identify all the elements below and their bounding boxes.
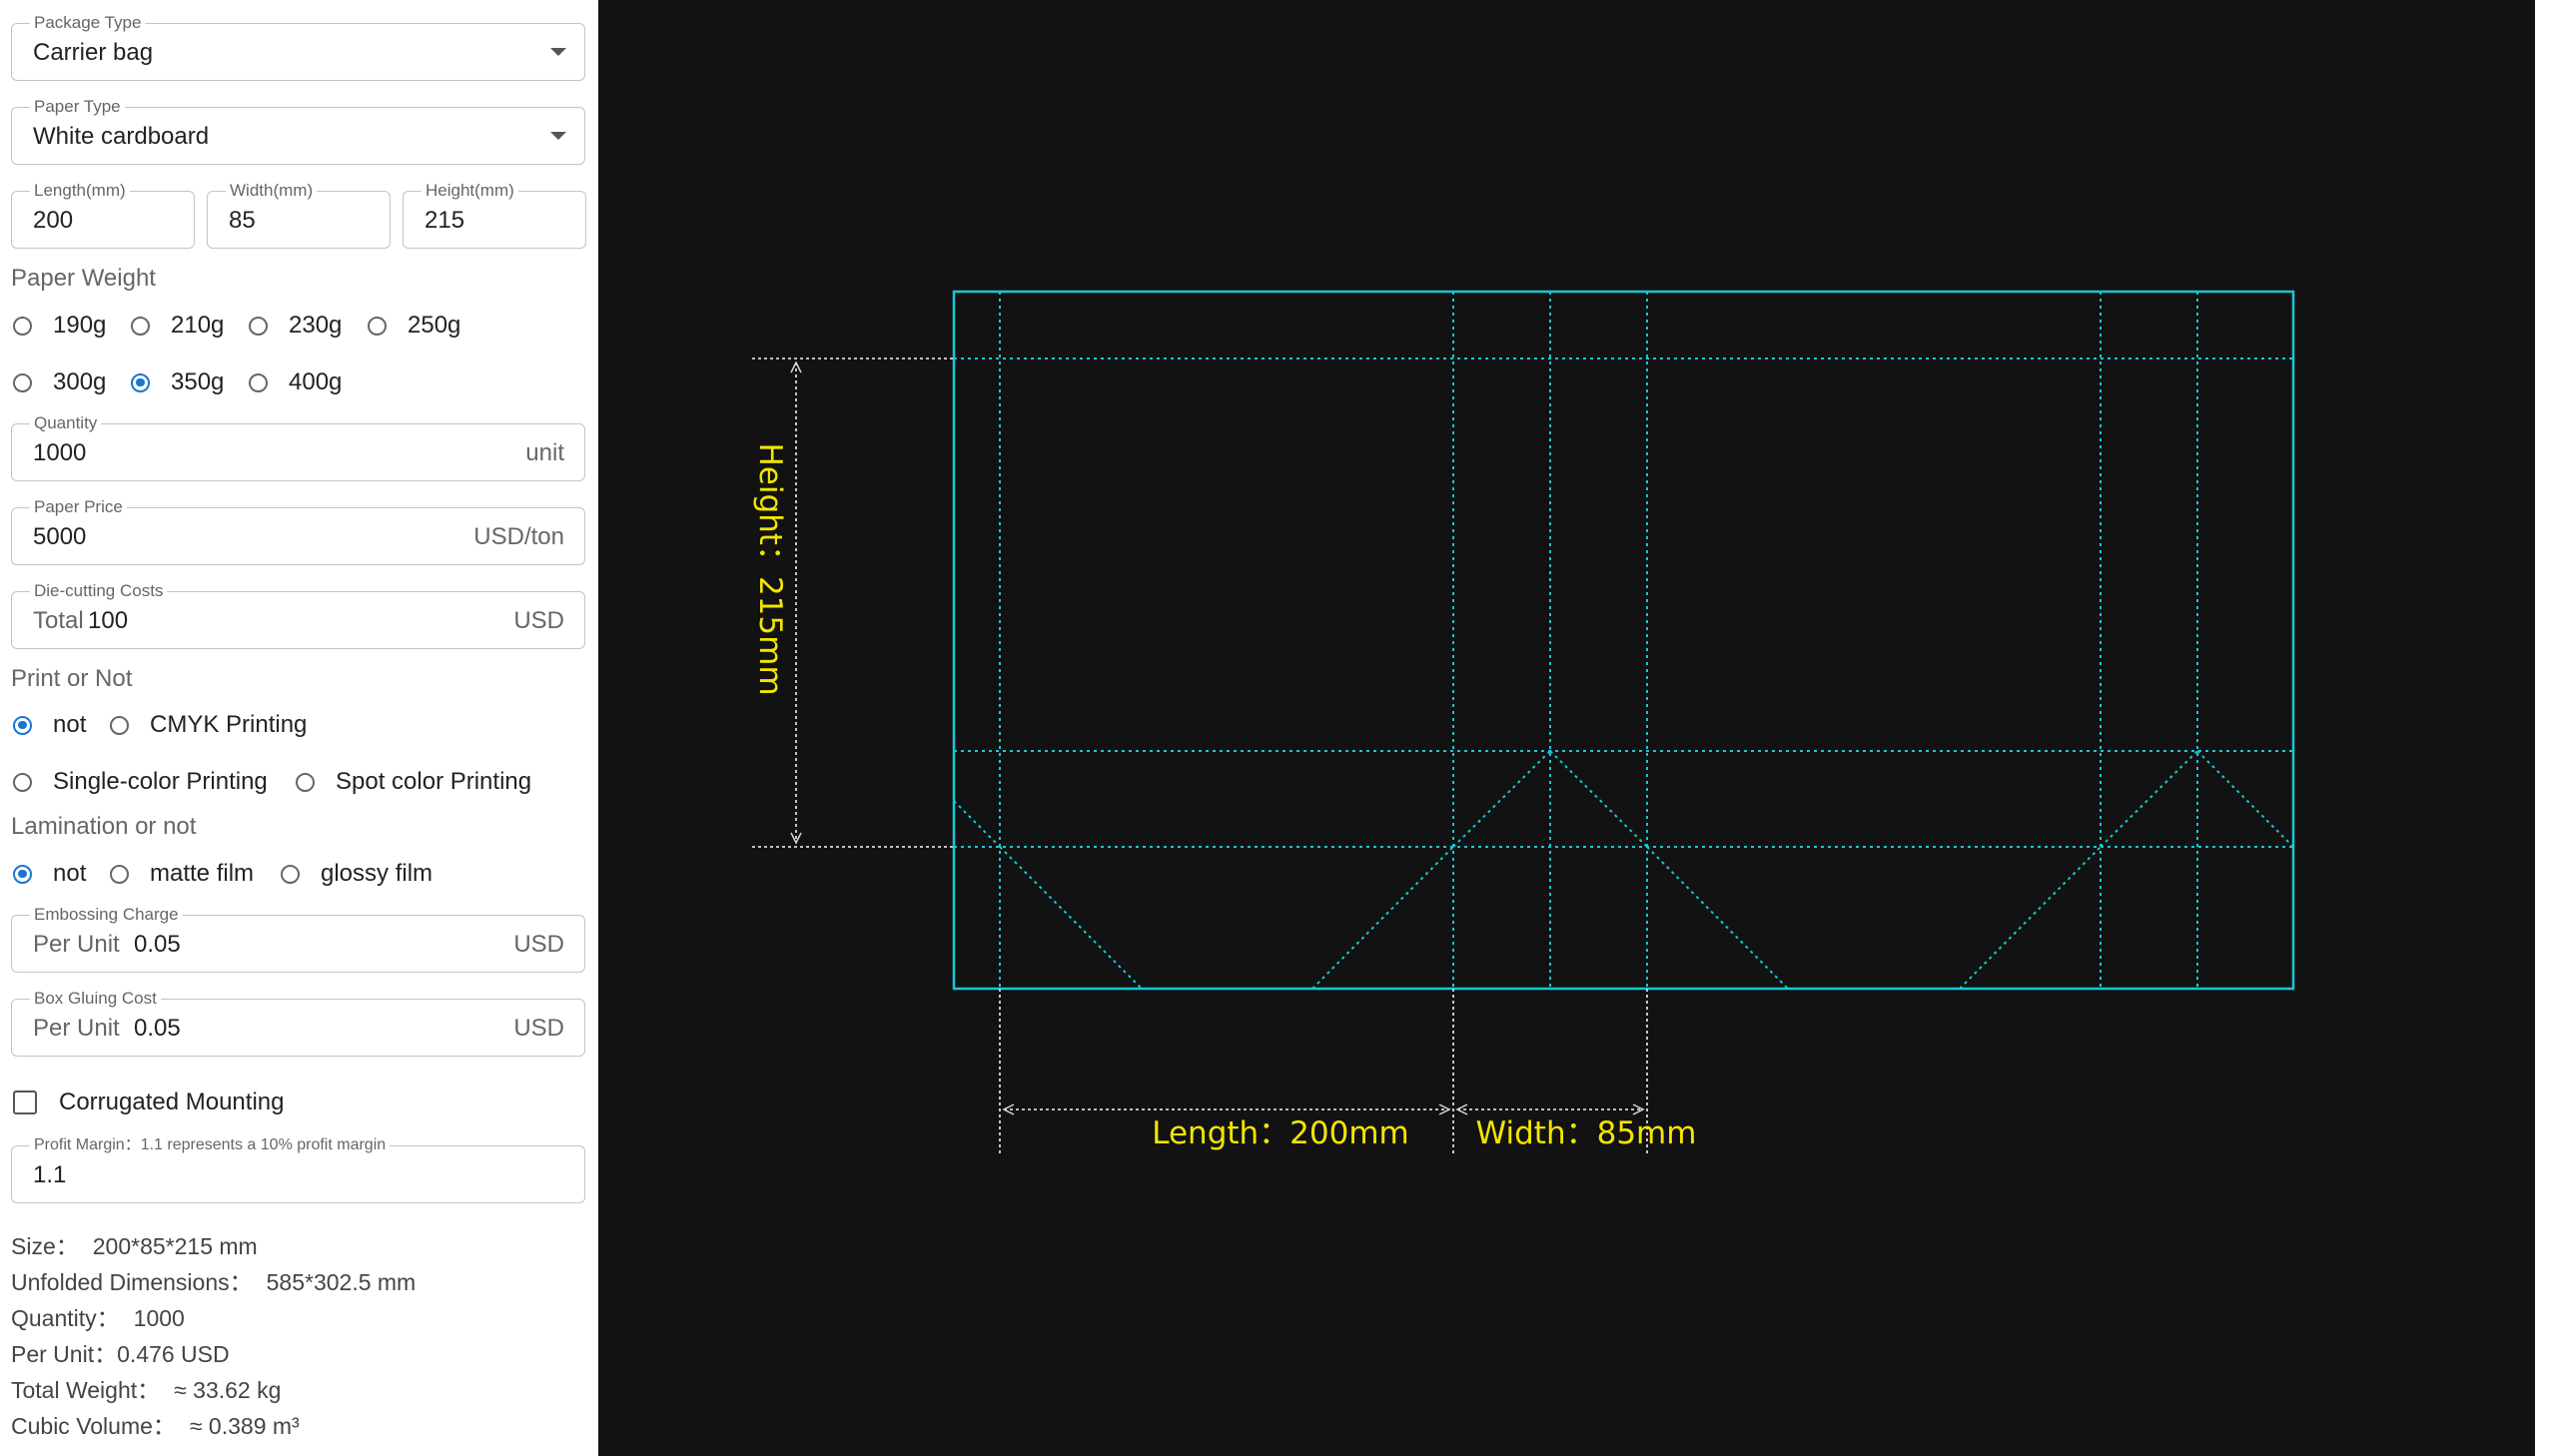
radio-checked-icon [13, 864, 32, 884]
profit-margin-input[interactable]: Profit Margin：1.1 represents a 10% profi… [11, 1135, 585, 1203]
length-label: Length(mm) [30, 181, 130, 201]
fold-lines-horizontal [954, 358, 2293, 848]
lamination-option-not[interactable]: not [13, 860, 86, 888]
embossing-value: 0.05 [134, 931, 181, 958]
options-panel: Package Type Carrier bag Paper Type Whit… [0, 0, 598, 1456]
die-cutting-label: Die-cutting Costs [30, 581, 168, 601]
height-value: 215 [425, 207, 465, 234]
summary-size: Size： 200*85*215 mm [11, 1233, 258, 1259]
paper-weight-option-250g[interactable]: 250g [368, 312, 460, 340]
width-dimension-label: Width：85mm [1476, 1115, 1697, 1151]
die-cutting-value: 100 [88, 607, 129, 634]
width-input[interactable]: Width(mm) 85 [207, 181, 391, 249]
embossing-input[interactable]: Embossing Charge Per Unit 0.05 USD [11, 905, 585, 973]
paper-price-label: Paper Price [30, 497, 127, 517]
print-heading: Print or Not [11, 665, 133, 692]
paper-price-unit: USD/ton [473, 523, 564, 550]
gluing-value: 0.05 [134, 1015, 181, 1042]
gluing-label: Box Gluing Cost [30, 989, 161, 1009]
dieline-drawing: Height：215mm Length：200mm Width：85mm [752, 290, 2295, 1153]
radio-icon [110, 864, 129, 884]
lamination-option-matte[interactable]: matte film [110, 860, 254, 888]
gluing-input[interactable]: Box Gluing Cost Per Unit 0.05 USD [11, 989, 585, 1057]
paper-price-input[interactable]: Paper Price 5000 USD/ton [11, 497, 585, 565]
radio-icon [249, 372, 268, 392]
embossing-unit: USD [513, 931, 564, 958]
paper-weight-option-350g[interactable]: 350g [131, 368, 224, 396]
paper-weight-option-210g[interactable]: 210g [131, 312, 224, 340]
fold-lines-vertical [999, 292, 2198, 989]
dieline-canvas: Height：215mm Length：200mm Width：85mm [598, 0, 2535, 1456]
chevron-down-icon [550, 132, 566, 140]
die-cutting-input[interactable]: Die-cutting Costs Total 100 USD [11, 581, 585, 649]
print-option-spot-color[interactable]: Spot color Printing [296, 768, 531, 796]
gluing-unit: USD [513, 1015, 564, 1042]
paper-weight-option-230g[interactable]: 230g [249, 312, 342, 340]
length-value: 200 [33, 207, 74, 234]
fold-lines-diagonal [953, 750, 2294, 990]
print-option-single-color[interactable]: Single-color Printing [13, 768, 268, 796]
radio-icon [110, 715, 129, 735]
profit-margin-label: Profit Margin：1.1 represents a 10% profi… [30, 1135, 391, 1155]
paper-price-value: 5000 [33, 523, 87, 550]
height-dimension-label: Height：215mm [752, 442, 788, 695]
die-cutting-prefix: Total [33, 607, 84, 634]
radio-icon [13, 316, 32, 336]
checkbox-icon [13, 1091, 37, 1114]
paper-weight-heading: Paper Weight [11, 265, 156, 292]
package-type-label: Package Type [30, 13, 146, 33]
paper-weight-option-400g[interactable]: 400g [249, 368, 342, 396]
print-option-cmyk[interactable]: CMYK Printing [110, 711, 307, 739]
length-input[interactable]: Length(mm) 200 [11, 181, 195, 249]
radio-icon [281, 864, 300, 884]
quantity-label: Quantity [30, 413, 102, 433]
width-label: Width(mm) [226, 181, 318, 201]
paper-type-select[interactable]: Paper Type White cardboard [11, 97, 585, 165]
width-value: 85 [229, 207, 256, 234]
chevron-down-icon [550, 48, 566, 56]
radio-icon [131, 316, 150, 336]
radio-icon [249, 316, 268, 336]
quantity-unit: unit [525, 439, 564, 466]
embossing-prefix: Per Unit [33, 931, 120, 958]
print-option-not[interactable]: not [13, 711, 86, 739]
height-input[interactable]: Height(mm) 215 [403, 181, 586, 249]
package-type-value: Carrier bag [33, 39, 154, 66]
gluing-prefix: Per Unit [33, 1015, 120, 1042]
radio-icon [296, 772, 315, 792]
radio-icon [13, 372, 32, 392]
summary-unfolded: Unfolded Dimensions： 585*302.5 mm [11, 1269, 417, 1295]
scrollbar-gutter [2535, 0, 2558, 1456]
dieline-outline [952, 290, 2295, 991]
radio-icon [368, 316, 387, 336]
summary-quantity: Quantity： 1000 [11, 1305, 185, 1331]
summary-cubic-volume: Cubic Volume： ≈ 0.389 m³ [11, 1413, 300, 1439]
height-label: Height(mm) [422, 181, 518, 201]
summary-total-weight: Total Weight： ≈ 33.62 kg [11, 1377, 282, 1403]
embossing-label: Embossing Charge [30, 905, 183, 925]
radio-icon [13, 772, 32, 792]
quantity-input[interactable]: Quantity 1000 unit [11, 413, 585, 481]
paper-weight-option-190g[interactable]: 190g [13, 312, 106, 340]
paper-weight-option-300g[interactable]: 300g [13, 368, 106, 396]
radio-checked-icon [13, 715, 32, 735]
profit-margin-value: 1.1 [33, 1161, 67, 1188]
quantity-value: 1000 [33, 439, 87, 466]
radio-checked-icon [131, 372, 150, 392]
length-dimension-label: Length：200mm [1152, 1115, 1409, 1151]
paper-type-label: Paper Type [30, 97, 125, 117]
paper-type-value: White cardboard [33, 123, 210, 150]
lamination-heading: Lamination or not [11, 813, 197, 840]
corrugated-checkbox[interactable]: Corrugated Mounting [13, 1089, 284, 1116]
die-cutting-unit: USD [513, 607, 564, 634]
lamination-option-glossy[interactable]: glossy film [281, 860, 432, 888]
package-type-select[interactable]: Package Type Carrier bag [11, 13, 585, 81]
summary-per-unit: Per Unit：0.476 USD [11, 1341, 230, 1367]
